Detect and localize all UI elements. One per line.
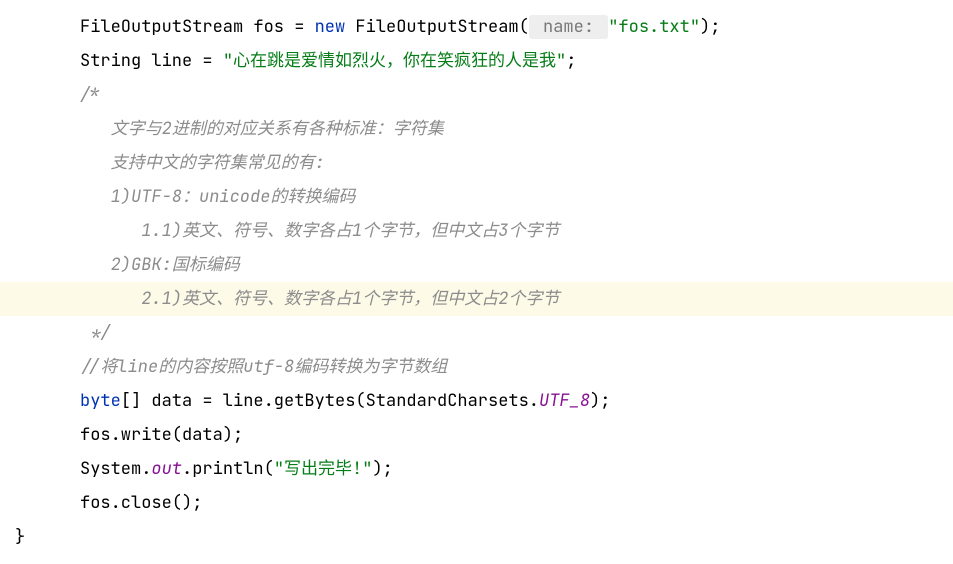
comment: 1.1)英文、符号、数字各占1个字节，但中文占3个字节 <box>80 220 559 242</box>
comment: 支持中文的字符集常见的有: <box>80 152 325 174</box>
comment: /* <box>80 84 100 106</box>
code-editor[interactable]: FileOutputStream fos = new FileOutputStr… <box>0 10 953 554</box>
closing-brace: } <box>15 526 25 548</box>
comment: 文字与2进制的对应关系有各种标准：字符集 <box>80 118 444 140</box>
code-token: String line = <box>80 50 223 72</box>
code-line-10: */ <box>0 316 953 350</box>
code-line-14: System.out.println("写出完毕!"); <box>0 452 953 486</box>
code-line-16: } <box>0 520 953 554</box>
code-token: ); <box>590 390 610 412</box>
code-line-7: 1.1)英文、符号、数字各占1个字节，但中文占3个字节 <box>0 214 953 248</box>
code-token: [] data = line.getBytes(StandardCharsets… <box>121 390 539 412</box>
code-line-15: fos.close(); <box>0 486 953 520</box>
string-literal: "写出完毕!" <box>274 458 373 480</box>
code-token: .println( <box>182 458 274 480</box>
code-line-4: 文字与2进制的对应关系有各种标准：字符集 <box>0 112 953 146</box>
comment: 1)UTF-8：unicode的转换编码 <box>80 186 355 208</box>
code-line-2: String line = "心在跳是爱情如烈火，你在笑疯狂的人是我"; <box>0 44 953 78</box>
code-token: System. <box>80 458 151 480</box>
static-field: out <box>151 458 182 480</box>
comment: 2.1)英文、符号、数字各占1个字节，但中文占2个字节 <box>80 288 559 310</box>
code-token: ); <box>372 458 392 480</box>
code-line-8: 2)GBK:国标编码 <box>0 248 953 282</box>
code-token: FileOutputStream( <box>345 16 529 38</box>
code-token: fos.close(); <box>80 492 202 514</box>
comment: 2)GBK:国标编码 <box>80 254 240 276</box>
code-line-12: byte[] data = line.getBytes(StandardChar… <box>0 384 953 418</box>
code-line-3: /* <box>0 78 953 112</box>
code-token: ; <box>566 50 576 72</box>
param-hint: name: <box>529 15 608 39</box>
code-token: fos.write(data); <box>80 424 243 446</box>
string-literal: "fos.txt" <box>608 16 700 38</box>
comment: */ <box>80 322 111 344</box>
code-line-9-highlighted: 2.1)英文、符号、数字各占1个字节，但中文占2个字节 <box>0 282 953 316</box>
keyword-byte: byte <box>80 390 121 412</box>
code-line-5: 支持中文的字符集常见的有: <box>0 146 953 180</box>
comment: //将line的内容按照utf-8编码转换为字节数组 <box>80 356 447 378</box>
code-line-6: 1)UTF-8：unicode的转换编码 <box>0 180 953 214</box>
code-line-13: fos.write(data); <box>0 418 953 452</box>
code-line-11: //将line的内容按照utf-8编码转换为字节数组 <box>0 350 953 384</box>
keyword-new: new <box>315 16 346 38</box>
code-line-1: FileOutputStream fos = new FileOutputStr… <box>0 10 953 44</box>
code-token: FileOutputStream fos = <box>80 16 315 38</box>
constant: UTF_8 <box>539 390 590 412</box>
code-token: ); <box>700 16 720 38</box>
string-literal: "心在跳是爱情如烈火，你在笑疯狂的人是我" <box>223 50 566 72</box>
